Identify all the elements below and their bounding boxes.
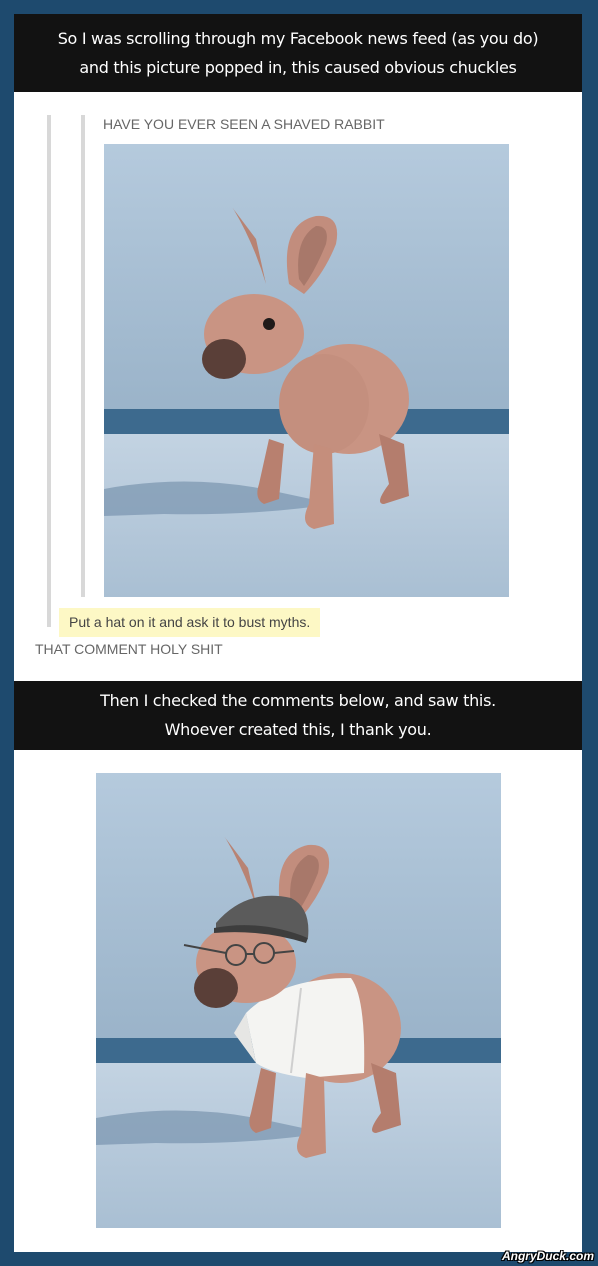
reblog-quote-rule-inner <box>81 115 85 597</box>
top-caption-line-2: and this picture popped in, this caused … <box>79 58 517 77</box>
shaved-rabbit-illustration <box>104 144 509 597</box>
top-caption-banner: So I was scrolling through my Facebook n… <box>14 14 582 92</box>
edited-image-panel <box>14 750 582 1252</box>
reblog-quote-rule-outer <box>47 115 51 627</box>
bottom-caption-line-2: Whoever created this, I thank you. <box>164 720 432 739</box>
post-screenshot-panel: HAVE YOU EVER SEEN A SHAVED RABBIT Put a… <box>14 92 582 681</box>
mythbuster-rabbit-photo <box>96 773 501 1228</box>
bottom-caption-banner: Then I checked the comments below, and s… <box>14 681 582 750</box>
post-title: HAVE YOU EVER SEEN A SHAVED RABBIT <box>103 116 385 132</box>
highlighted-comment: Put a hat on it and ask it to bust myths… <box>59 608 321 637</box>
bottom-caption-line-1: Then I checked the comments below, and s… <box>100 691 496 710</box>
mythbuster-rabbit-illustration <box>96 773 501 1228</box>
site-watermark: AngryDuck.com <box>501 1249 594 1263</box>
reblog-comment: THAT COMMENT HOLY SHIT <box>35 641 223 657</box>
top-caption-line-1: So I was scrolling through my Facebook n… <box>57 29 539 48</box>
shaved-rabbit-photo <box>104 144 509 597</box>
